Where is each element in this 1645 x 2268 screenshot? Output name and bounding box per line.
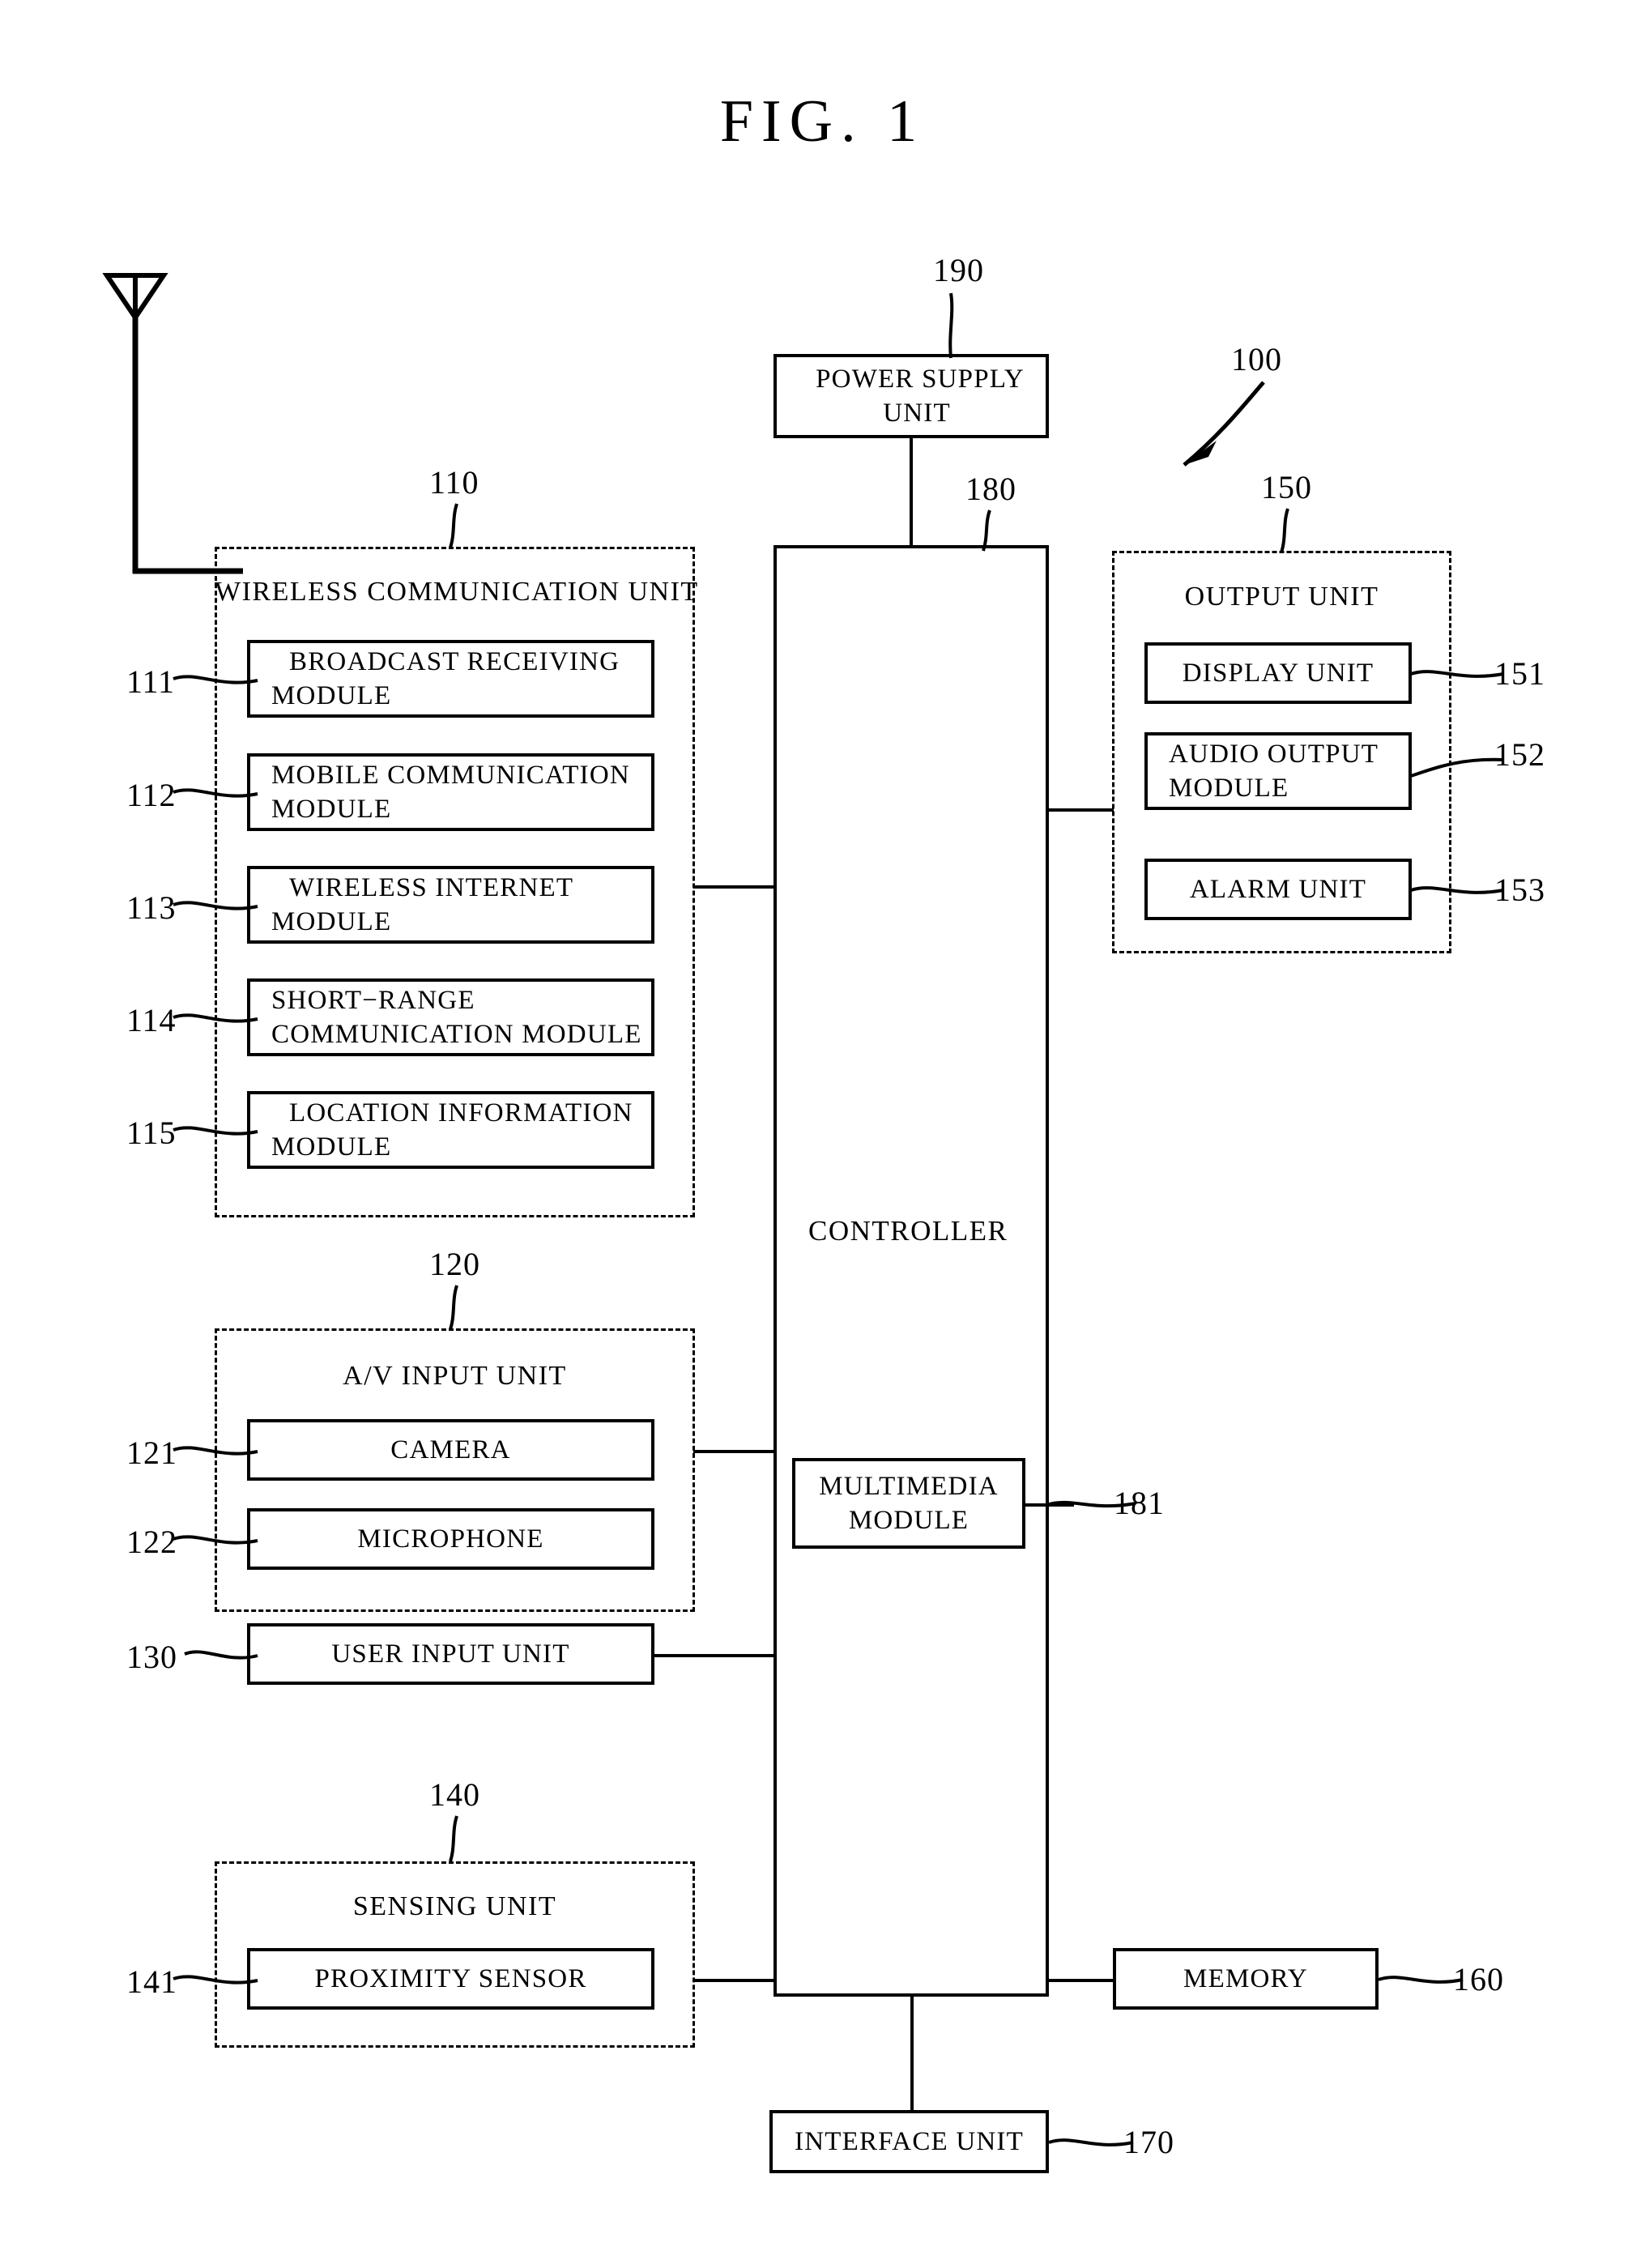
output-unit-title: OUTPUT UNIT: [1184, 582, 1379, 612]
device-pointer-arrow: [1183, 381, 1265, 467]
microphone-block[interactable]: MICROPHONE: [247, 1508, 654, 1570]
ref-170: 170: [1123, 2124, 1174, 2160]
display-unit-label: DISPLAY UNIT: [1182, 658, 1374, 688]
ref-121: 121: [126, 1435, 177, 1471]
broadcast-receiving-module-block[interactable]: BROADCAST RECEIVING MODULE: [247, 640, 654, 718]
leader-150: [1280, 508, 1289, 553]
ref-114: 114: [126, 1002, 177, 1038]
leader-130: [184, 1650, 258, 1660]
wireless-internet-module-block[interactable]: WIRELESS INTERNET MODULE: [247, 866, 654, 944]
ref-152: 152: [1494, 736, 1545, 773]
ref-151: 151: [1494, 655, 1545, 692]
leader-114: [173, 1013, 258, 1023]
leader-113: [173, 901, 258, 910]
broadcast-receiving-module-label: BROADCAST RECEIVING MODULE: [271, 646, 620, 710]
user-input-controller-link: [653, 1654, 775, 1657]
leader-120: [449, 1285, 458, 1330]
interface-unit-label: INTERFACE UNIT: [795, 2126, 1024, 2156]
alarm-unit-label: ALARM UNIT: [1189, 874, 1367, 904]
figure-title: FIG. 1: [719, 88, 926, 155]
ref-113: 113: [126, 889, 177, 926]
proximity-sensor-block[interactable]: PROXIMITY SENSOR: [247, 1948, 654, 2010]
ref-180: 180: [965, 471, 1016, 507]
camera-block[interactable]: CAMERA: [247, 1419, 654, 1481]
leader-112: [173, 788, 258, 798]
mobile-communication-module-label: MOBILE COMMUNICATION MODULE: [271, 760, 630, 824]
ref-130: 130: [126, 1639, 177, 1675]
leader-152: [1410, 757, 1504, 778]
controller-output-link: [1047, 808, 1114, 812]
short-range-communication-module-label: SHORT−RANGE COMMUNICATION MODULE: [271, 985, 642, 1049]
leader-121: [173, 1446, 258, 1456]
wireless-internet-module-label: WIRELESS INTERNET MODULE: [271, 872, 574, 936]
microphone-label: MICROPHONE: [357, 1524, 544, 1554]
alarm-unit-block[interactable]: ALARM UNIT: [1144, 859, 1412, 920]
location-information-module-label: LOCATION INFORMATION MODULE: [271, 1098, 633, 1162]
audio-output-module-block[interactable]: AUDIO OUTPUT MODULE: [1144, 732, 1412, 810]
wireless-communication-unit-title: WIRELESS COMMUNICATION UNIT: [215, 577, 699, 607]
leader-151: [1410, 670, 1504, 678]
antenna-icon: [102, 273, 243, 574]
leader-122: [173, 1535, 258, 1545]
memory-label: MEMORY: [1183, 1963, 1308, 1993]
controller-memory-link: [1047, 1979, 1114, 1982]
leader-111: [173, 675, 258, 684]
ref-112: 112: [126, 777, 177, 813]
interface-unit-block[interactable]: INTERFACE UNIT: [769, 2110, 1049, 2173]
sensing-unit-title: SENSING UNIT: [352, 1891, 557, 1921]
ref-190: 190: [933, 252, 984, 288]
psu-controller-link: [910, 438, 913, 545]
memory-block[interactable]: MEMORY: [1113, 1948, 1379, 2010]
ref-141: 141: [126, 1963, 177, 2000]
leader-180: [982, 509, 991, 552]
proximity-sensor-label: PROXIMITY SENSOR: [314, 1963, 587, 1993]
camera-label: CAMERA: [390, 1435, 511, 1464]
power-supply-unit-block[interactable]: POWER SUPPLY UNIT: [773, 354, 1049, 438]
ref-181: 181: [1114, 1485, 1165, 1521]
location-information-module-block[interactable]: LOCATION INFORMATION MODULE: [247, 1091, 654, 1169]
leader-115: [173, 1126, 258, 1136]
ref-110: 110: [429, 464, 479, 501]
ref-115: 115: [126, 1115, 177, 1151]
leader-140: [449, 1815, 458, 1862]
ref-140: 140: [429, 1776, 480, 1813]
leader-141: [173, 1975, 258, 1985]
user-input-unit-label: USER INPUT UNIT: [331, 1639, 570, 1669]
ref-150: 150: [1261, 469, 1312, 505]
audio-output-module-label: AUDIO OUTPUT MODULE: [1169, 739, 1379, 803]
leader-190: [948, 292, 954, 359]
ref-100: 100: [1231, 341, 1282, 377]
ref-111: 111: [126, 663, 176, 700]
controller-interface-link: [910, 1995, 914, 2112]
leader-153: [1410, 886, 1504, 894]
wireless-controller-link: [693, 885, 775, 889]
patent-figure-page: FIG. 1 POWER SUPPLY UNIT 190 100 CONTROL…: [0, 0, 1645, 2268]
controller-label: CONTROLLER: [808, 1215, 1008, 1247]
multimedia-module-block[interactable]: MULTIMEDIA MODULE: [792, 1458, 1025, 1549]
av-input-controller-link: [693, 1450, 775, 1453]
mobile-communication-module-block[interactable]: MOBILE COMMUNICATION MODULE: [247, 753, 654, 831]
controller-block[interactable]: [773, 545, 1049, 1997]
power-supply-unit-label: POWER SUPPLY UNIT: [816, 364, 1025, 428]
leader-110: [449, 503, 458, 548]
ref-160: 160: [1453, 1961, 1504, 1997]
ref-120: 120: [429, 1246, 480, 1282]
ref-153: 153: [1494, 872, 1545, 908]
user-input-unit-block[interactable]: USER INPUT UNIT: [247, 1623, 654, 1685]
sensing-controller-link: [693, 1979, 775, 1982]
display-unit-block[interactable]: DISPLAY UNIT: [1144, 642, 1412, 704]
ref-122: 122: [126, 1524, 177, 1560]
av-input-unit-title: A/V INPUT UNIT: [343, 1361, 567, 1391]
short-range-communication-module-block[interactable]: SHORT−RANGE COMMUNICATION MODULE: [247, 978, 654, 1056]
multimedia-module-label: MULTIMEDIA MODULE: [819, 1471, 999, 1535]
